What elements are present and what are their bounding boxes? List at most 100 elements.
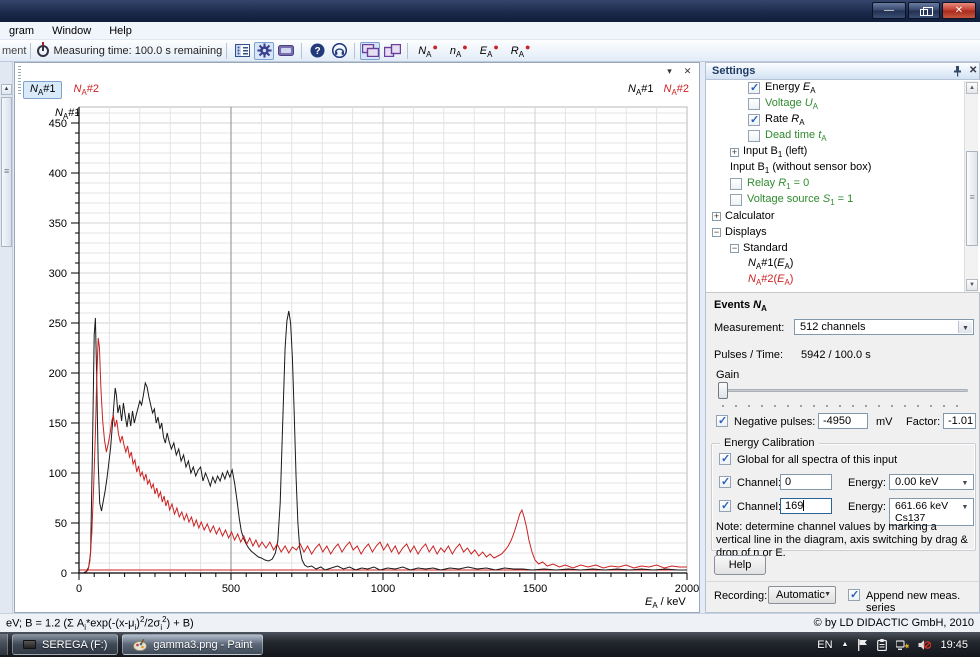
tree-item[interactable]: NA#2(EA) xyxy=(706,272,980,288)
tab-na2[interactable]: NA#2 xyxy=(66,81,105,99)
tree-checkbox[interactable] xyxy=(748,82,760,94)
channel1-label: Channel: xyxy=(737,477,781,489)
help-icon: ? xyxy=(310,43,325,58)
display-button[interactable] xyxy=(276,42,296,60)
tree-item[interactable]: +Calculator xyxy=(706,208,980,224)
minimize-icon: — xyxy=(884,5,894,16)
taskbar-edge-button[interactable] xyxy=(0,634,8,655)
chart-collapse-button[interactable]: ▾ xyxy=(662,64,677,78)
menu-help[interactable]: Help xyxy=(100,23,141,39)
menu-window[interactable]: Window xyxy=(43,23,100,39)
clock[interactable]: 19:45 xyxy=(940,639,968,651)
tree-checkbox[interactable] xyxy=(748,114,760,126)
channel1-input[interactable]: 0 xyxy=(780,474,832,490)
tree-item[interactable]: −Displays xyxy=(706,224,980,240)
restore-button[interactable] xyxy=(908,2,940,19)
help-button-toolbar[interactable]: ? xyxy=(307,42,327,60)
pin-icon[interactable] xyxy=(952,65,963,77)
y-tick-label: 100 xyxy=(49,468,67,480)
quantity-button-1[interactable]: nA● xyxy=(446,42,472,60)
divider xyxy=(706,581,979,582)
settings-header: Settings ✕ xyxy=(706,63,979,80)
tree-item[interactable]: Input B1 (without sensor box) xyxy=(706,160,980,176)
channel2-checkbox[interactable] xyxy=(719,500,731,512)
tree-item[interactable]: Energy EA xyxy=(706,80,980,96)
collapse-minus-icon[interactable]: − xyxy=(712,228,721,237)
table-view-button[interactable] xyxy=(232,42,252,60)
strip-up-button[interactable]: ▲ xyxy=(1,84,12,95)
collapse-minus-icon[interactable]: − xyxy=(730,244,739,253)
tree-checkbox[interactable] xyxy=(748,98,760,110)
tree-item[interactable]: Voltage UA xyxy=(706,96,980,112)
tree-item-label: Energy EA xyxy=(765,81,816,95)
channel1-checkbox[interactable] xyxy=(719,476,731,488)
audio-button[interactable] xyxy=(329,42,349,60)
factor-input[interactable]: -1.01 xyxy=(943,413,976,429)
measuring-time-text: Measuring time: 100.0 s remaining xyxy=(53,45,222,57)
scroll-down-icon[interactable]: ▼ xyxy=(966,279,978,291)
headphones-icon xyxy=(332,43,347,58)
taskbar-button-label: SEREGA (F:) xyxy=(42,639,107,651)
chart-close-button[interactable]: ✕ xyxy=(680,64,695,78)
tree-checkbox[interactable] xyxy=(748,130,760,142)
tree-item[interactable]: −Standard xyxy=(706,240,980,256)
measurement-select[interactable]: 512 channels ▼ xyxy=(794,319,974,335)
negative-pulses-checkbox[interactable] xyxy=(716,415,728,427)
settings-gear-button[interactable] xyxy=(254,42,274,60)
taskbar-button-paint[interactable]: gamma3.png - Paint xyxy=(122,634,263,655)
action-center-flag-icon[interactable] xyxy=(857,639,868,651)
clipboard-icon[interactable] xyxy=(877,639,887,651)
toolbar-separator xyxy=(407,43,408,59)
tree-item[interactable]: Dead time tA xyxy=(706,128,980,144)
spectrum-plot[interactable]: 0501001502002503003504004500500100015002… xyxy=(15,103,701,603)
quantity-button-3[interactable]: RA● xyxy=(507,42,535,60)
tree-item-label: Relay R1 = 0 xyxy=(747,177,809,191)
tree-item[interactable]: +Input B1 (left) xyxy=(706,144,980,160)
strip-scroll-thumb[interactable] xyxy=(1,97,12,247)
expand-plus-icon[interactable]: + xyxy=(712,212,721,221)
help-button[interactable]: Help xyxy=(714,555,766,575)
scroll-up-icon[interactable]: ▲ xyxy=(966,82,978,94)
recording-select[interactable]: Automatic ▼ xyxy=(768,586,836,604)
gain-slider-track[interactable] xyxy=(718,389,968,392)
volume-muted-icon[interactable] xyxy=(918,639,931,651)
close-button[interactable]: ✕ xyxy=(942,2,976,19)
cascade-windows-button[interactable] xyxy=(382,42,402,60)
scroll-thumb[interactable] xyxy=(966,151,978,246)
tree-item[interactable]: Rate RA xyxy=(706,112,980,128)
settings-close-icon[interactable]: ✕ xyxy=(969,65,979,76)
network-icon[interactable] xyxy=(896,639,909,651)
tile-windows-button[interactable] xyxy=(360,42,380,60)
menu-diagram[interactable]: gram xyxy=(0,23,43,39)
show-hidden-icons-icon[interactable]: ▲ xyxy=(842,641,849,648)
tree-checkbox[interactable] xyxy=(730,178,742,190)
tree-item[interactable]: Voltage source S1 = 1 xyxy=(706,192,980,208)
legend-na1: NA#1 xyxy=(628,83,653,97)
y-tick-label: 400 xyxy=(49,168,67,180)
tree-item[interactable]: NA#1(EA) xyxy=(706,256,980,272)
global-checkbox[interactable] xyxy=(719,453,731,465)
tree-item[interactable]: Relay R1 = 0 xyxy=(706,176,980,192)
language-indicator[interactable]: EN xyxy=(817,639,832,651)
append-checkbox[interactable] xyxy=(848,589,860,601)
gain-slider-thumb[interactable] xyxy=(718,382,728,399)
energy1-select[interactable]: 0.00 keV ▼ xyxy=(889,474,974,490)
tree-scrollbar[interactable]: ▲ ▼ xyxy=(964,81,978,292)
chevron-down-icon: ▾ xyxy=(667,66,672,76)
energy1-value: 0.00 keV xyxy=(895,476,938,488)
tab-na1[interactable]: NA#1 xyxy=(23,81,62,99)
expand-plus-icon[interactable]: + xyxy=(730,148,739,157)
quantity-buttons: NA●nA●EA●RA● xyxy=(412,42,536,60)
minimize-button[interactable]: — xyxy=(872,2,906,19)
taskbar-button-explorer[interactable]: SEREGA (F:) xyxy=(12,634,118,655)
quantity-button-2[interactable]: EA● xyxy=(476,42,503,60)
channel2-input[interactable]: 169 xyxy=(780,498,832,514)
measurement-value: 512 channels xyxy=(800,321,865,333)
toolbar-separator xyxy=(30,43,31,59)
settings-panel: Settings ✕ Energy EAVoltage UARate RADea… xyxy=(705,62,980,613)
channel2-value: 169 xyxy=(785,500,803,512)
drag-grip-icon[interactable] xyxy=(18,66,21,96)
tree-checkbox[interactable] xyxy=(730,194,742,206)
negative-pulses-input[interactable]: -4950 xyxy=(818,413,868,429)
quantity-button-0[interactable]: NA● xyxy=(414,42,442,60)
